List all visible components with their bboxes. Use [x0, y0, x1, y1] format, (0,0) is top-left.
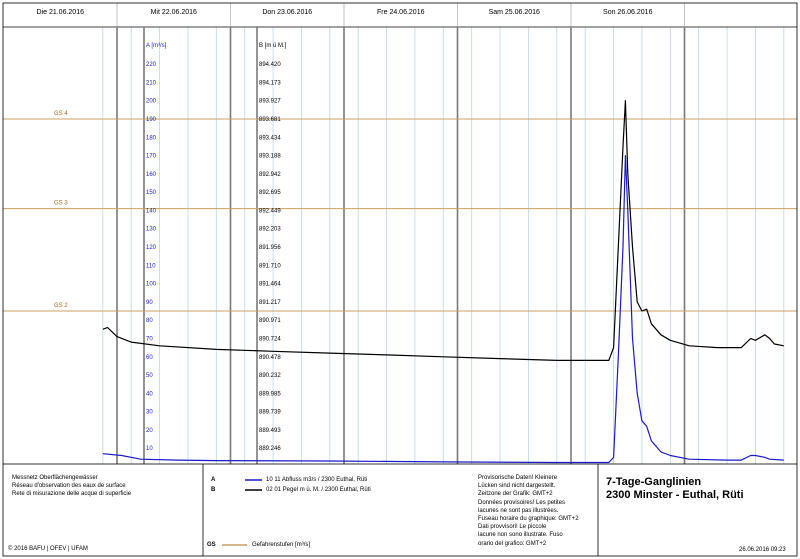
day-label: Die 21.06.2016	[37, 9, 85, 16]
axis-b-tick: 894.420	[259, 62, 281, 68]
axis-a-tick: 180	[146, 135, 157, 141]
axis-a-tick: 20	[146, 428, 153, 434]
timestamp: 26.06.2016 09:23	[739, 547, 786, 553]
axis-b-tick: 890.232	[259, 373, 281, 379]
axis-a-tick: 80	[146, 318, 153, 324]
axis-a-tick: 110	[146, 263, 156, 269]
axis-b-title: B [m ü M.]	[259, 43, 287, 49]
legend-text-gs: Gefahrenstufen [m³/s]	[252, 542, 311, 548]
threshold-label: GS 3	[54, 201, 68, 207]
axis-a-tick: 10	[146, 446, 153, 452]
network-line-fr: Réseau d'observation des eaux de surface	[12, 483, 126, 489]
chart-title-line1: 7-Tage-Ganglinien	[606, 476, 702, 488]
legend-text-b: 02 01 Pegel m ü. M. / 2300 Euthal, Rüti	[266, 487, 371, 493]
axis-b-tick: 893.681	[259, 117, 281, 123]
day-label: Fre 24.06.2016	[377, 9, 425, 16]
legend-text-a: 10 11 Abfluss m3/s / 2300 Euthal, Rüti	[266, 477, 368, 483]
axis-b-tick: 892.449	[259, 208, 281, 214]
axis-a-tick: 40	[146, 391, 153, 397]
day-label: Mit 22.06.2016	[151, 9, 197, 16]
network-line-it: Rete di misurazione delle acque di super…	[12, 491, 132, 497]
axis-a-tick: 130	[146, 227, 157, 233]
day-label: Son 26.06.2016	[603, 9, 653, 16]
axis-a-tick: 30	[146, 410, 153, 416]
provisional-notice: Provisorische Daten! Kleinere Lücken sin…	[478, 475, 579, 547]
axis-a-tick: 220	[146, 62, 157, 68]
axis-a-tick: 140	[146, 208, 157, 214]
axis-a-tick: 50	[146, 373, 153, 379]
axis-a-tick: 90	[146, 300, 153, 306]
axis-a-tick: 170	[146, 154, 157, 160]
legend-key-gs: GS	[207, 542, 216, 548]
axis-a-tick: 200	[146, 99, 157, 105]
axis-b-tick: 894.173	[259, 80, 281, 86]
plot-frame	[2, 2, 798, 464]
axis-a-tick: 190	[146, 117, 157, 123]
footer-panel: Messnetz Oberflächengewässer Réseau d'ob…	[0, 464, 800, 559]
axis-b-tick: 890.478	[259, 355, 281, 361]
axis-b-tick: 891.217	[259, 300, 281, 306]
axis-a-tick: 70	[146, 336, 153, 342]
threshold-label: GS 2	[54, 303, 68, 309]
chart-title-line2: 2300 Minster - Euthal, Rüti	[606, 489, 744, 501]
axis-b-tick: 891.710	[259, 263, 281, 269]
minor-gridlines	[102, 27, 785, 464]
axis-a-tick: 60	[146, 355, 153, 361]
axis-a-tick: 100	[146, 282, 157, 288]
legend-key-a: A	[211, 477, 216, 483]
axis-a-tick: 160	[146, 172, 157, 178]
axis-b-tick: 890.971	[259, 318, 281, 324]
axis-b-tick: 889.493	[259, 428, 281, 434]
axis-b-tick: 893.434	[259, 135, 281, 141]
axis-b-tick: 891.956	[259, 245, 281, 251]
axis-b-tick: 891.464	[259, 282, 281, 288]
copyright: © 2016 BAFU | OFEV | UFAM	[8, 546, 88, 552]
threshold-label: GS 4	[54, 111, 68, 117]
axis-b-tick: 889.246	[259, 446, 281, 452]
day-label: Sam 25.06.2016	[489, 9, 540, 16]
axis-b-tick: 892.203	[259, 227, 281, 233]
network-line-de: Messnetz Oberflächengewässer	[12, 475, 98, 481]
axis-a-title: A [m³/s]	[146, 43, 167, 49]
legend-key-b: B	[211, 487, 216, 493]
major-gridlines	[3, 3, 797, 464]
axis-b-tick: 890.724	[259, 336, 281, 342]
axis-b-tick: 893.188	[259, 154, 281, 160]
axis-b-tick: 892.695	[259, 190, 281, 196]
axis-b-tick: 892.942	[259, 172, 281, 178]
axis-a-tick: 120	[146, 245, 157, 251]
axis-b-tick: 893.927	[259, 99, 281, 105]
day-label: Don 23.06.2016	[262, 9, 312, 16]
axis-a-tick: 210	[146, 80, 157, 86]
hydrograph-chart: GS 2 GS 3 GS 4 Die 21.06.2016 Mit 22.06.201…	[2, 2, 798, 464]
axis-b-tick: 889.985	[259, 391, 281, 397]
axis-b-tick: 889.739	[259, 410, 281, 416]
axis-a-tick: 150	[146, 190, 157, 196]
threshold-lines: GS 2 GS 3 GS 4	[3, 111, 797, 312]
